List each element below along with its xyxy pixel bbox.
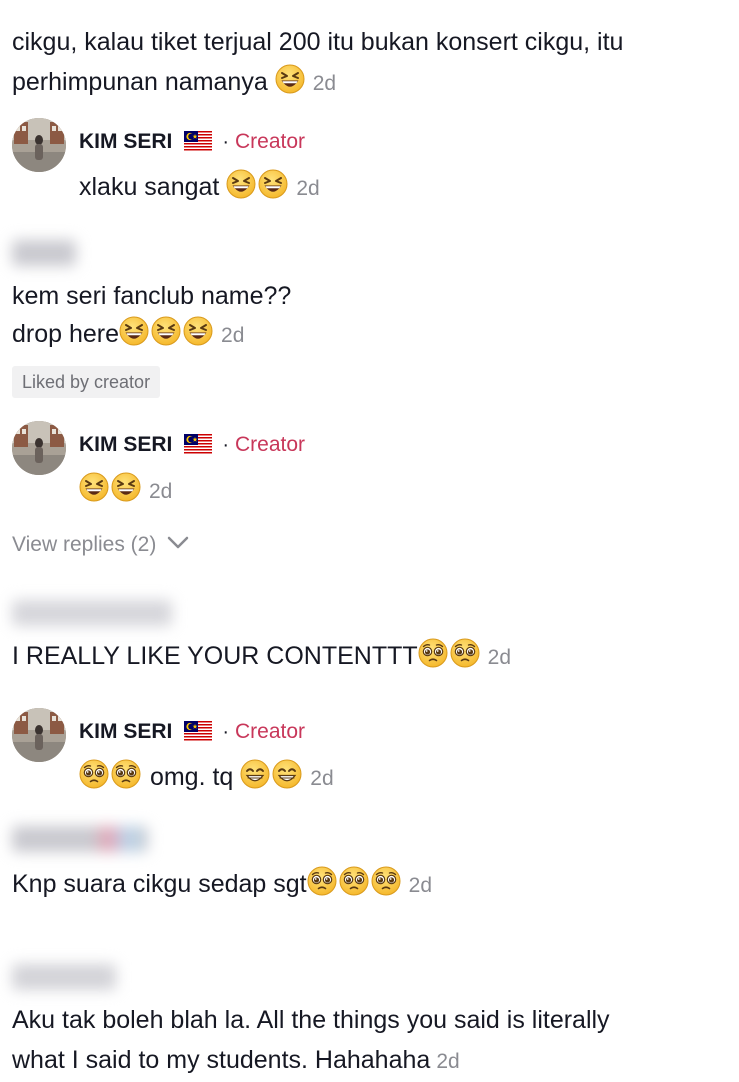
comment-2-line-2: drop here 2d — [12, 314, 244, 356]
reply-header: KIM SERI · Creator — [79, 433, 305, 459]
blurred-username[interactable] — [12, 964, 116, 990]
malaysia-flag-icon — [184, 721, 212, 746]
liked-by-creator-badge: Liked by creator — [12, 366, 161, 398]
avatar[interactable] — [12, 421, 66, 475]
grinning-squint-emoji-icon — [258, 169, 288, 199]
grinning-squint-emoji-icon — [275, 64, 305, 94]
pleading-face-emoji-icon — [307, 866, 337, 896]
grinning-squint-emoji-icon — [79, 472, 109, 502]
creator-badge: Creator — [235, 130, 306, 153]
blurred-username[interactable] — [12, 600, 172, 626]
view-replies-label: View replies (2) — [12, 533, 157, 556]
comment-4-text: Knp suara cikgu sedap sgt 2d — [12, 864, 432, 906]
grinning-squint-emoji-icon — [183, 316, 213, 346]
comment-timestamp: 2d — [436, 1050, 460, 1073]
separator-dot: · — [222, 721, 230, 743]
reply-text: 2d — [79, 470, 172, 512]
separator-dot: · — [222, 434, 230, 456]
blurred-username[interactable] — [12, 826, 148, 852]
comment-timestamp: 2d — [312, 72, 337, 95]
pleading-face-emoji-icon — [450, 638, 480, 668]
grinning-squint-emoji-icon — [119, 316, 149, 346]
reply-author-name[interactable]: KIM SERI — [79, 130, 172, 153]
reply-timestamp: 2d — [310, 767, 334, 790]
grinning-squint-emoji-icon — [151, 316, 181, 346]
pleading-face-emoji-icon — [418, 638, 448, 668]
malaysia-flag-icon — [184, 131, 212, 156]
reply-timestamp: 2d — [149, 480, 173, 503]
reply-text: xlaku sangat 2d — [79, 167, 320, 209]
creator-badge: Creator — [235, 433, 306, 456]
grinning-squint-emoji-icon — [111, 472, 141, 502]
comment-1-line-1: cikgu, kalau tiket terjual 200 itu bukan… — [12, 28, 624, 56]
creator-badge: Creator — [235, 720, 306, 743]
reply-author-name[interactable]: KIM SERI — [79, 433, 172, 456]
comment-timestamp: 2d — [487, 646, 512, 669]
comment-3-text: I REALLY LIKE YOUR CONTENTTT 2d — [12, 636, 511, 678]
blurred-username[interactable] — [12, 240, 76, 266]
reply-text: omg. tq 2d — [79, 757, 334, 799]
pleading-face-emoji-icon — [339, 866, 369, 896]
chevron-down-icon — [166, 533, 190, 557]
reply-author-name[interactable]: KIM SERI — [79, 720, 172, 743]
comment-5-line-2: what I said to my students. Hahahaha 2d — [12, 1046, 460, 1074]
grinning-squint-emoji-icon — [226, 169, 256, 199]
comment-timestamp: 2d — [221, 324, 245, 347]
beaming-face-emoji-icon — [272, 759, 302, 789]
comment-1-line-2: perhimpunan namanya 2d — [12, 62, 336, 104]
avatar[interactable] — [12, 708, 66, 762]
reply-header: KIM SERI · Creator — [79, 130, 305, 156]
comment-timestamp: 2d — [408, 874, 432, 897]
view-replies-button[interactable]: View replies (2) — [12, 533, 190, 557]
beaming-face-emoji-icon — [240, 759, 270, 789]
comment-5-line-1: Aku tak boleh blah la. All the things yo… — [12, 1006, 610, 1034]
malaysia-flag-icon — [184, 434, 212, 459]
pleading-face-emoji-icon — [79, 759, 109, 789]
reply-header: KIM SERI · Creator — [79, 720, 305, 746]
pleading-face-emoji-icon — [371, 866, 401, 896]
reply-timestamp: 2d — [296, 177, 320, 200]
separator-dot: · — [222, 131, 230, 153]
pleading-face-emoji-icon — [111, 759, 141, 789]
avatar[interactable] — [12, 118, 66, 172]
comment-2-line-1: kem seri fanclub name?? — [12, 282, 292, 310]
